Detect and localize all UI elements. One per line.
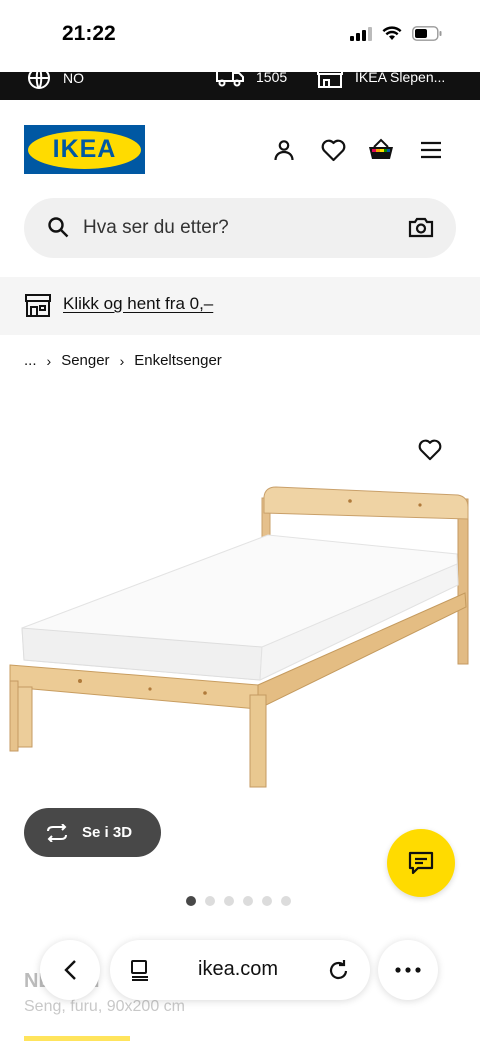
chat-icon <box>408 851 434 875</box>
carousel-dot-6[interactable] <box>281 896 291 906</box>
language-selector[interactable]: NO <box>27 72 84 90</box>
reader-mode-icon[interactable] <box>130 959 150 981</box>
chevron-left-icon <box>64 960 76 980</box>
search-icon <box>48 217 69 238</box>
click-collect-link[interactable]: Klikk og hent fra 0,– <box>63 294 213 314</box>
breadcrumb-more[interactable]: ... <box>24 352 37 369</box>
globe-icon <box>28 72 50 89</box>
view-3d-label: Se i 3D <box>82 824 133 841</box>
logo-text: IKEA <box>52 135 117 163</box>
favorite-heart-icon[interactable] <box>418 439 442 461</box>
signal-icon <box>350 26 372 41</box>
logo-oval: IKEA <box>28 130 141 169</box>
reload-icon[interactable] <box>328 958 350 982</box>
user-icon[interactable] <box>270 136 298 164</box>
store-icon <box>317 72 343 88</box>
click-collect-banner: Klikk og hent fra 0,– <box>0 277 480 335</box>
menu-icon[interactable] <box>417 136 445 164</box>
basket-icon[interactable] <box>367 136 395 164</box>
address-bar[interactable]: ikea.com <box>110 940 370 1000</box>
more-dots-icon <box>395 967 421 973</box>
camera-icon[interactable] <box>408 216 434 238</box>
postal-code-selector[interactable]: 1505 <box>216 72 287 88</box>
browser-toolbar: ikea.com <box>0 930 480 1010</box>
carousel-dot-2[interactable] <box>205 896 215 906</box>
store-pickup-icon <box>25 294 51 317</box>
rotate-3d-icon <box>47 823 67 842</box>
status-bar: 21:22 <box>0 0 480 72</box>
top-info-strip: NO 1505 IKEA Slepen... <box>0 72 480 100</box>
carousel-dot-1[interactable] <box>186 896 196 906</box>
battery-icon <box>412 26 442 41</box>
carousel-dot-3[interactable] <box>224 896 234 906</box>
more-options-button[interactable] <box>378 940 438 1000</box>
chevron-right-icon: › <box>46 352 52 369</box>
site-header: IKEA <box>0 100 480 196</box>
heart-icon[interactable] <box>319 136 347 164</box>
search-input[interactable]: Hva ser du etter? <box>83 217 229 239</box>
url-text: ikea.com <box>198 958 279 980</box>
view-3d-button[interactable]: Se i 3D <box>24 808 161 857</box>
carousel-dot-4[interactable] <box>243 896 253 906</box>
product-image-bed <box>9 486 469 788</box>
status-time: 21:22 <box>62 22 116 45</box>
chevron-right-icon: › <box>119 352 125 369</box>
ikea-logo[interactable]: IKEA <box>24 125 145 174</box>
truck-icon <box>216 72 244 87</box>
store-selector[interactable]: IKEA Slepen... <box>317 72 445 88</box>
back-button[interactable] <box>40 940 100 1000</box>
status-icons <box>350 26 442 41</box>
wifi-icon <box>382 26 402 40</box>
store-label: IKEA Slepen... <box>355 72 446 85</box>
breadcrumb-senger[interactable]: Senger <box>61 352 109 369</box>
breadcrumb: ... › Senger › Enkeltsenger <box>24 352 222 369</box>
image-carousel-dots <box>186 896 291 906</box>
chat-button[interactable] <box>387 829 455 897</box>
language-label: NO <box>63 72 84 86</box>
postal-code-label: 1505 <box>256 72 288 85</box>
search-bar[interactable]: Hva ser du etter? <box>24 198 456 258</box>
carousel-dot-5[interactable] <box>262 896 272 906</box>
breadcrumb-enkeltsenger[interactable]: Enkeltsenger <box>134 352 222 369</box>
price-highlight <box>24 1036 130 1041</box>
